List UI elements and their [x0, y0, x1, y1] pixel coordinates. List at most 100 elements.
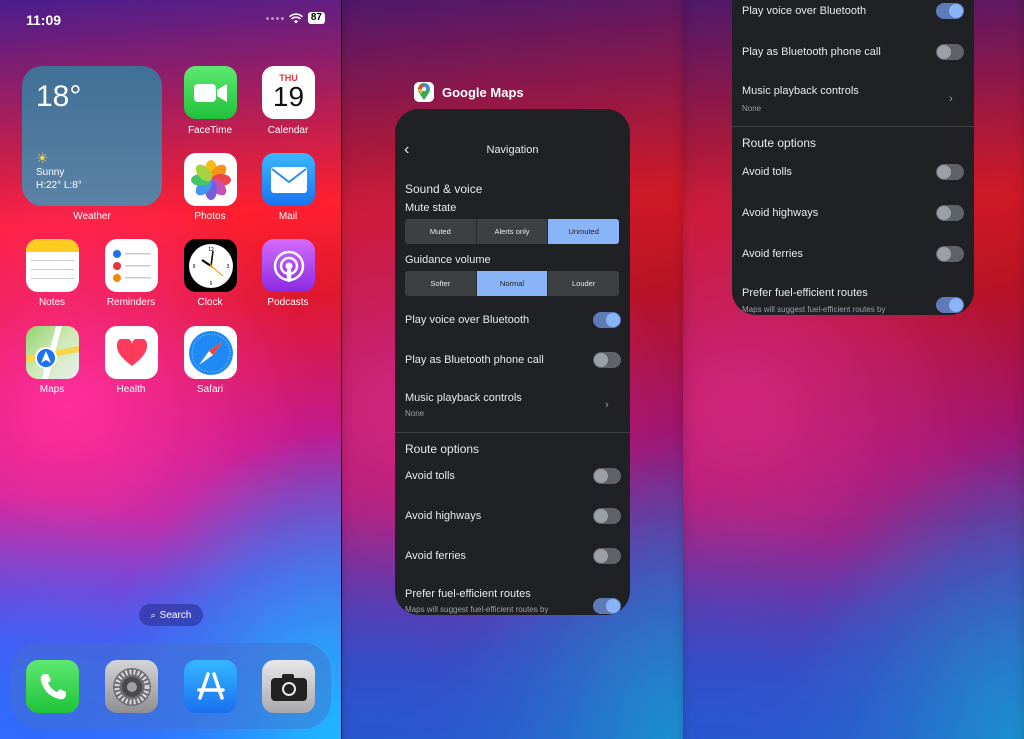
podcasts-label: Podcasts [267, 297, 309, 308]
app-switcher-header: Google Maps [414, 82, 524, 102]
chevron-right-icon[interactable]: › [949, 93, 953, 105]
podcasts-app[interactable] [262, 239, 315, 292]
app-store-app[interactable] [184, 660, 237, 713]
calendar-date: 19 [272, 80, 305, 112]
status-bar: 11:09 87 [26, 12, 325, 30]
play-bluetooth-toggle[interactable] [593, 312, 621, 328]
play-phone-call-label: Play as Bluetooth phone call [405, 354, 544, 366]
camera-app[interactable] [262, 660, 315, 713]
prefer-fuel-toggle[interactable] [593, 598, 621, 614]
heart-icon [116, 338, 147, 366]
music-controls-value: None [742, 104, 762, 113]
video-camera-icon [193, 83, 227, 102]
sun-icon: ☀ [36, 150, 49, 166]
volume-option-softer[interactable]: Softer [405, 271, 477, 296]
phone-app[interactable] [26, 660, 79, 713]
play-bluetooth-label: Play voice over Bluetooth [405, 314, 530, 326]
guidance-volume-label: Guidance volume [405, 254, 491, 266]
section-route-options: Route options [405, 442, 480, 456]
clock-face-icon: 12369 [188, 243, 233, 288]
google-maps-card-scrolled[interactable]: Play voice over Bluetooth Play as Blueto… [732, 0, 974, 315]
avoid-tolls-label: Avoid tolls [742, 166, 792, 178]
weather-widget[interactable]: 18° ☀ Sunny H:22° L:8° [22, 66, 162, 206]
camera-icon [270, 673, 307, 701]
avoid-tolls-label: Avoid tolls [405, 470, 455, 482]
navigation-header: ‹ Navigation [395, 141, 630, 161]
clock-app[interactable]: 12 3 6 9 [184, 239, 237, 292]
signal-icon [265, 16, 284, 20]
avoid-ferries-toggle[interactable] [936, 246, 964, 262]
music-controls-label[interactable]: Music playback controls [742, 85, 859, 97]
maps-app[interactable] [26, 326, 79, 379]
avoid-ferries-toggle[interactable] [593, 548, 621, 564]
play-bluetooth-toggle[interactable] [936, 3, 964, 19]
notes-icon [26, 239, 79, 252]
notes-app[interactable] [26, 239, 79, 292]
svg-text:9: 9 [192, 264, 195, 270]
weather-high-low: H:22° L:8° [36, 180, 82, 191]
photos-flower-icon [190, 159, 231, 200]
battery-indicator: 87 [307, 12, 325, 24]
avoid-highways-label: Avoid highways [742, 207, 819, 219]
chevron-right-icon[interactable]: › [605, 399, 609, 411]
avoid-highways-label: Avoid highways [405, 510, 482, 522]
guidance-volume-selector: Softer Normal Louder [405, 271, 619, 296]
compass-icon [188, 330, 233, 375]
spotlight-search-button[interactable]: ⌕ Search [139, 604, 203, 626]
reminders-app[interactable] [105, 239, 158, 292]
mute-option-unmuted[interactable]: Unmuted [548, 219, 619, 244]
maps-navigation-icon [26, 326, 79, 379]
prefer-fuel-label: Prefer fuel-efficient routes [742, 287, 868, 299]
app-switcher: Google Maps ‹ Navigation Sound & voice M… [342, 0, 683, 739]
photos-label: Photos [194, 211, 226, 222]
section-sound-voice: Sound & voice [405, 182, 483, 196]
prefer-fuel-label: Prefer fuel-efficient routes [405, 588, 531, 600]
mute-state-label: Mute state [405, 202, 457, 214]
volume-option-normal[interactable]: Normal [476, 271, 549, 296]
photos-app[interactable] [184, 153, 237, 206]
gear-icon [112, 667, 151, 706]
avoid-ferries-label: Avoid ferries [405, 550, 466, 562]
safari-label: Safari [196, 384, 224, 395]
mute-option-muted[interactable]: Muted [405, 219, 477, 244]
music-controls-value: None [405, 409, 425, 418]
play-phone-call-toggle[interactable] [593, 352, 621, 368]
safari-app[interactable] [184, 326, 237, 379]
reminders-list-icon [112, 249, 151, 282]
app-store-icon [196, 671, 225, 700]
clock-label: Clock [197, 297, 223, 308]
health-label: Health [116, 384, 146, 395]
section-route-options: Route options [742, 136, 817, 150]
play-bluetooth-label: Play voice over Bluetooth [742, 5, 867, 17]
music-controls-label[interactable]: Music playback controls [405, 392, 522, 404]
mute-option-alerts-only[interactable]: Alerts only [477, 219, 549, 244]
settings-app[interactable] [105, 660, 158, 713]
mute-state-selector: Muted Alerts only Unmuted [405, 219, 619, 244]
volume-option-louder[interactable]: Louder [548, 271, 619, 296]
notes-label: Notes [38, 297, 66, 308]
mail-app[interactable] [262, 153, 315, 206]
weather-condition: Sunny [36, 167, 65, 178]
prefer-fuel-subtitle: Maps will suggest fuel-efficient routes … [742, 305, 886, 314]
avoid-tolls-toggle[interactable] [936, 164, 964, 180]
prefer-fuel-toggle[interactable] [936, 297, 964, 313]
home-screen: 11:09 87 18° ☀ Sunny H:22° L:8° Weather … [0, 0, 341, 739]
svg-text:3: 3 [226, 264, 229, 270]
svg-text:6: 6 [209, 281, 212, 287]
page-title: Navigation [486, 144, 539, 156]
health-app[interactable] [105, 326, 158, 379]
facetime-app[interactable] [184, 66, 237, 119]
calendar-app[interactable]: THU 19 [262, 66, 315, 119]
google-maps-card[interactable]: ‹ Navigation Sound & voice Mute state Mu… [395, 109, 630, 615]
podcast-icon [273, 250, 304, 282]
avoid-highways-toggle[interactable] [593, 508, 621, 524]
avoid-tolls-toggle[interactable] [593, 468, 621, 484]
avoid-ferries-label: Avoid ferries [742, 248, 803, 260]
app-switcher-scrolled: Play voice over Bluetooth Play as Blueto… [683, 0, 1024, 739]
envelope-icon [270, 166, 307, 193]
prefer-fuel-subtitle: Maps will suggest fuel-efficient routes … [405, 605, 549, 614]
play-phone-call-label: Play as Bluetooth phone call [742, 46, 881, 58]
avoid-highways-toggle[interactable] [936, 205, 964, 221]
google-maps-icon [414, 82, 434, 102]
play-phone-call-toggle[interactable] [936, 44, 964, 60]
